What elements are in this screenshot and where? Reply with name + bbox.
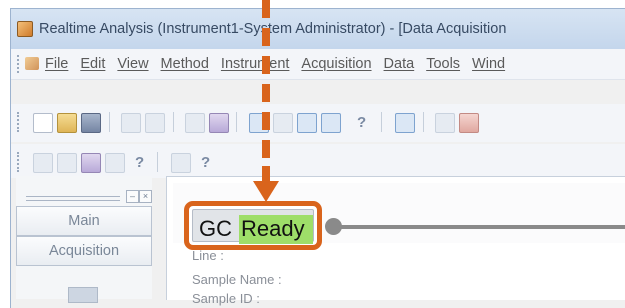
menu-edit[interactable]: Edit	[80, 56, 105, 72]
layout-list-icon[interactable]	[273, 113, 293, 133]
panel-grip[interactable]	[26, 196, 120, 201]
standard-toolbar: ?	[11, 104, 625, 142]
toolbar-separator	[109, 112, 110, 132]
menu-data[interactable]: Data	[384, 56, 415, 72]
menu-bar: File Edit View Method Instrument Acquisi…	[11, 49, 625, 80]
instrument-settings-icon[interactable]	[395, 113, 415, 133]
gc-label: GC	[199, 216, 232, 241]
toolbar-separator	[157, 152, 158, 172]
callout-arrow-dash	[262, 112, 270, 130]
menu-method[interactable]: Method	[161, 56, 209, 72]
data-view-icon[interactable]	[171, 153, 191, 173]
menu-tools[interactable]: Tools	[426, 56, 460, 72]
callout-arrow-dash	[262, 84, 270, 102]
single-run-icon[interactable]	[57, 153, 77, 173]
menu-file[interactable]: File	[45, 56, 68, 72]
analysis-toolbar: ? ?	[11, 144, 625, 178]
callout-arrow-dash	[262, 166, 270, 182]
copy-icon[interactable]	[185, 113, 205, 133]
sample-name-label: Sample Name :	[192, 272, 282, 287]
print-icon[interactable]	[121, 113, 141, 133]
callout-arrow-dash	[262, 28, 270, 46]
panel-header: – ×	[16, 184, 152, 203]
arrow-down-icon	[253, 181, 279, 202]
toolbar-separator	[381, 112, 382, 132]
callout-arrow-dash	[262, 0, 270, 18]
navigation-panel: – × Main Acquisition	[16, 176, 152, 303]
toolbar-grip[interactable]	[17, 112, 19, 132]
help-icon[interactable]: ?	[357, 114, 366, 131]
line-label: Line :	[192, 248, 224, 263]
status-value-field: Ready	[239, 215, 313, 244]
app-icon[interactable]	[17, 21, 33, 37]
document-menu-icon[interactable]	[25, 57, 39, 70]
layout-table-icon[interactable]	[321, 113, 341, 133]
report-icon[interactable]	[105, 153, 125, 173]
callout-connector-line	[336, 225, 625, 229]
batch-icon[interactable]	[33, 153, 53, 173]
toolbar-grip[interactable]	[17, 152, 19, 172]
callout-arrow-dash	[262, 56, 270, 74]
minimize-icon[interactable]: –	[126, 190, 139, 203]
stop-icon[interactable]	[459, 113, 479, 133]
chromatogram-icon[interactable]	[81, 153, 101, 173]
help-icon[interactable]: ?	[135, 154, 144, 171]
toolbar-separator	[423, 112, 424, 132]
monitor-icon[interactable]	[435, 113, 455, 133]
nav-item-main[interactable]: Main	[16, 206, 152, 236]
window-title: Realtime Analysis (Instrument1-System Ad…	[39, 21, 507, 37]
menu-window[interactable]: Wind	[472, 56, 505, 72]
sample-id-label: Sample ID :	[192, 291, 260, 306]
toolbar-separator	[173, 112, 174, 132]
new-document-icon[interactable]	[33, 113, 53, 133]
layout-chart-icon[interactable]	[297, 113, 317, 133]
menubar-grip[interactable]	[17, 55, 22, 73]
menu-instrument[interactable]: Instrument	[221, 56, 290, 72]
help-icon[interactable]: ?	[201, 154, 210, 171]
menu-acquisition[interactable]: Acquisition	[301, 56, 371, 72]
menu-items: File Edit View Method Instrument Acquisi…	[45, 56, 517, 72]
nav-item-acquisition[interactable]: Acquisition	[16, 236, 152, 266]
title-bar: Realtime Analysis (Instrument1-System Ad…	[11, 9, 625, 49]
menu-view[interactable]: View	[117, 56, 148, 72]
open-folder-icon[interactable]	[57, 113, 77, 133]
callout-arrow-dash	[262, 140, 270, 158]
find-icon[interactable]	[209, 113, 229, 133]
status-value: Ready	[241, 216, 305, 241]
gc-status-highlight: GC Ready	[184, 201, 322, 250]
gc-status-indicator: GC Ready	[192, 209, 314, 244]
save-disk-icon[interactable]	[81, 113, 101, 133]
print-preview-icon[interactable]	[145, 113, 165, 133]
acquisition-icon[interactable]	[68, 287, 98, 303]
callout-connector-dot	[325, 218, 342, 235]
toolbar-separator	[236, 112, 237, 132]
close-icon[interactable]: ×	[139, 190, 152, 203]
